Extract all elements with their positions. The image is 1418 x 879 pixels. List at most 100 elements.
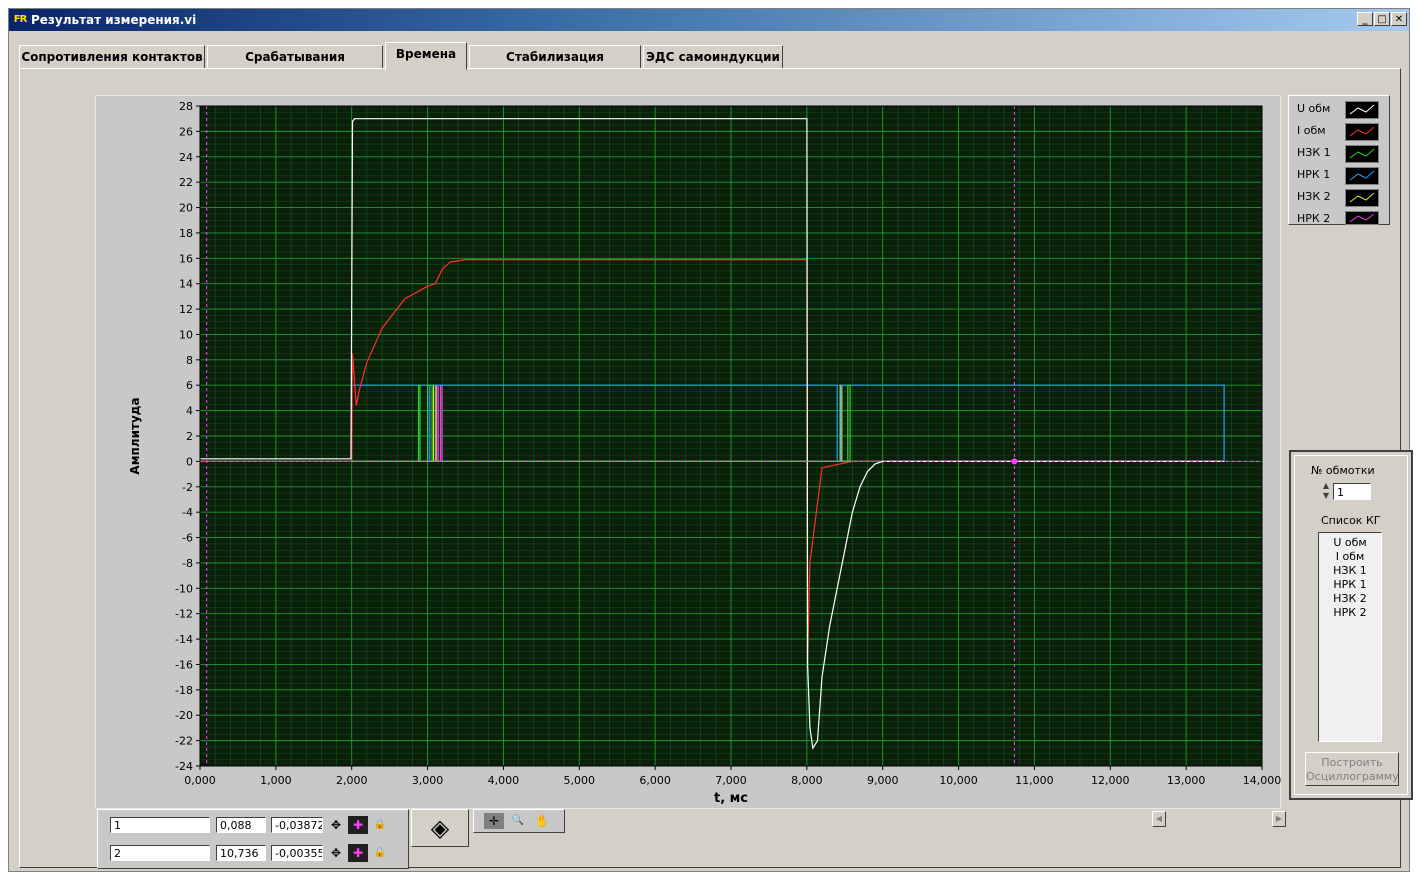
cursor-lock-icon[interactable]: 🔒 [370, 816, 390, 834]
legend-label: НРК 1 [1297, 168, 1331, 181]
waveform-list-label: Список КГ [1321, 514, 1381, 527]
list-item[interactable]: I обм [1319, 550, 1381, 563]
x-tick-label: 2,000 [336, 774, 368, 787]
y-tick-label: -6 [182, 532, 193, 545]
legend-item-nrk2[interactable]: НРК 2 [1289, 208, 1389, 225]
build-oscillogram-button[interactable]: Построить Осциллограмму [1305, 752, 1399, 786]
x-tick-label: 12,000 [1091, 774, 1130, 787]
tab-self-induction-emf[interactable]: ЭДС самоиндукции [643, 45, 783, 69]
cursor-2-name[interactable]: 2 [110, 845, 210, 861]
y-tick-label: 16 [179, 252, 193, 265]
y-tick-label: 18 [179, 227, 193, 240]
cursor-2-y[interactable]: -0,00355 [271, 845, 323, 861]
cursor-style-icon[interactable]: ✚ [348, 844, 368, 862]
x-tick-label: 1,000 [260, 774, 292, 787]
legend-item-nrk1[interactable]: НРК 1 [1289, 164, 1389, 186]
list-item[interactable]: НРК 1 [1319, 578, 1381, 591]
winding-number-label: № обмотки [1311, 464, 1375, 477]
y-tick-label: -2 [182, 481, 193, 494]
legend-label: U обм [1297, 102, 1331, 115]
x-tick-label: 3,000 [412, 774, 444, 787]
x-tick-label: 7,000 [715, 774, 747, 787]
y-tick-label: -24 [175, 760, 193, 773]
y-tick-label: -8 [182, 557, 193, 570]
legend-item-nzk1[interactable]: НЗК 1 [1289, 142, 1389, 164]
y-tick-label: -12 [175, 608, 193, 621]
waveform-listbox[interactable]: U обм I обм НЗК 1 НРК 1 НЗК 2 НРК 2 [1318, 532, 1382, 742]
legend-swatch [1345, 189, 1379, 207]
x-tick-label: 5,000 [564, 774, 596, 787]
legend-item-i[interactable]: I обм [1289, 120, 1389, 142]
graph-palette: ✛ 🔍 ✋ [473, 809, 565, 833]
legend-label: НРК 2 [1297, 212, 1331, 225]
y-tick-label: -18 [175, 684, 193, 697]
zoom-cursor-tool-icon[interactable]: ✛ [484, 813, 504, 829]
pan-tool-icon[interactable]: ✋ [532, 813, 552, 829]
chart-svg: 0,000 1,000 2,000 3,000 4,000 5,000 6,000 7,000… [128, 100, 1282, 806]
list-item[interactable]: НРК 2 [1319, 606, 1381, 619]
tab-pickup-release[interactable]: Срабатывания отпускания [207, 45, 383, 86]
x-tick-label: 8,000 [791, 774, 823, 787]
cursor-2-x[interactable]: 10,736 [216, 845, 266, 861]
y-tick-label: -14 [175, 633, 193, 646]
title-bar: FR Результат измерения.vi _ □ ✕ [9, 9, 1409, 31]
cursor-lock-icon[interactable]: 🔒 [370, 844, 390, 862]
legend-item-u[interactable]: U обм [1289, 98, 1389, 120]
scroll-left-icon[interactable]: ◀ [1152, 811, 1166, 827]
app-window: FR Результат измерения.vi _ □ ✕ Сопротив… [8, 8, 1413, 872]
tab-times[interactable]: Времена [385, 42, 467, 70]
window-title: Результат измерения.vi [31, 13, 197, 27]
minimize-button[interactable]: _ [1357, 12, 1373, 26]
legend-swatch [1345, 123, 1379, 141]
cursor-2-marker [1011, 458, 1018, 465]
winding-spinner-icon[interactable]: ▲ ▼ [1321, 481, 1331, 501]
x-tick-label: 4,000 [488, 774, 520, 787]
cursor-legend: 1 0,088 -0,03872 ✥ ✚ 🔒 2 10,736 -0,00355… [97, 809, 409, 869]
tab-contact-resistance[interactable]: Сопротивления контактов [19, 45, 205, 69]
x-tick-label: 9,000 [867, 774, 899, 787]
y-tick-label: 2 [186, 430, 193, 443]
x-axis-label: t, мс [714, 791, 748, 806]
cursor-navigation-button[interactable]: ◈ [411, 809, 469, 847]
cursor-1-x[interactable]: 0,088 [216, 817, 266, 833]
y-tick-label: 6 [186, 379, 193, 392]
y-tick-label: 4 [186, 405, 193, 418]
winding-control-panel: № обмотки ▲ ▼ 1 Список КГ U обм I обм НЗК… [1289, 450, 1413, 800]
legend-label: I обм [1297, 124, 1326, 137]
legend-item-nzk2[interactable]: НЗК 2 [1289, 186, 1389, 208]
x-tick-label: 10,000 [939, 774, 978, 787]
cursor-move-icon[interactable]: ✥ [326, 844, 346, 862]
cursor-1-y[interactable]: -0,03872 [271, 817, 323, 833]
x-tick-label: 14,000 [1243, 774, 1282, 787]
x-tick-label: 13,000 [1167, 774, 1206, 787]
y-tick-label: 24 [179, 151, 193, 164]
legend-label: НЗК 2 [1297, 190, 1331, 203]
winding-number-input[interactable]: 1 [1333, 483, 1371, 500]
legend-swatch [1345, 211, 1379, 225]
cursor-style-icon[interactable]: ✚ [348, 816, 368, 834]
app-logo-icon: FR [13, 14, 28, 25]
tab-contact-stabilization[interactable]: Стабилизация контактов [469, 45, 641, 86]
legend-swatch [1345, 101, 1379, 119]
scroll-right-icon[interactable]: ▶ [1272, 811, 1286, 827]
list-item[interactable]: НЗК 1 [1319, 564, 1381, 577]
waveform-graph: 0,000 1,000 2,000 3,000 4,000 5,000 6,000 7,000… [95, 95, 1281, 809]
y-tick-label: 12 [179, 303, 193, 316]
y-tick-label: 10 [179, 328, 193, 341]
y-tick-label: -4 [182, 506, 193, 519]
list-item[interactable]: U обм [1319, 536, 1381, 549]
x-tick-label: 0,000 [184, 774, 216, 787]
y-tick-label: 22 [179, 176, 193, 189]
y-tick-label: -10 [175, 582, 193, 595]
y-tick-label: -20 [175, 709, 193, 722]
cursor-move-icon[interactable]: ✥ [326, 816, 346, 834]
zoom-tool-icon[interactable]: 🔍 [508, 813, 528, 829]
maximize-button[interactable]: □ [1374, 12, 1390, 26]
y-tick-label: 14 [179, 278, 193, 291]
cursor-1-name[interactable]: 1 [110, 817, 210, 833]
build-button-line2: Осциллограмму [1306, 770, 1399, 783]
y-tick-label: -16 [175, 658, 193, 671]
graph-scrollbar[interactable]: ◀ ▶ [1152, 811, 1286, 827]
close-button[interactable]: ✕ [1391, 12, 1407, 26]
list-item[interactable]: НЗК 2 [1319, 592, 1381, 605]
